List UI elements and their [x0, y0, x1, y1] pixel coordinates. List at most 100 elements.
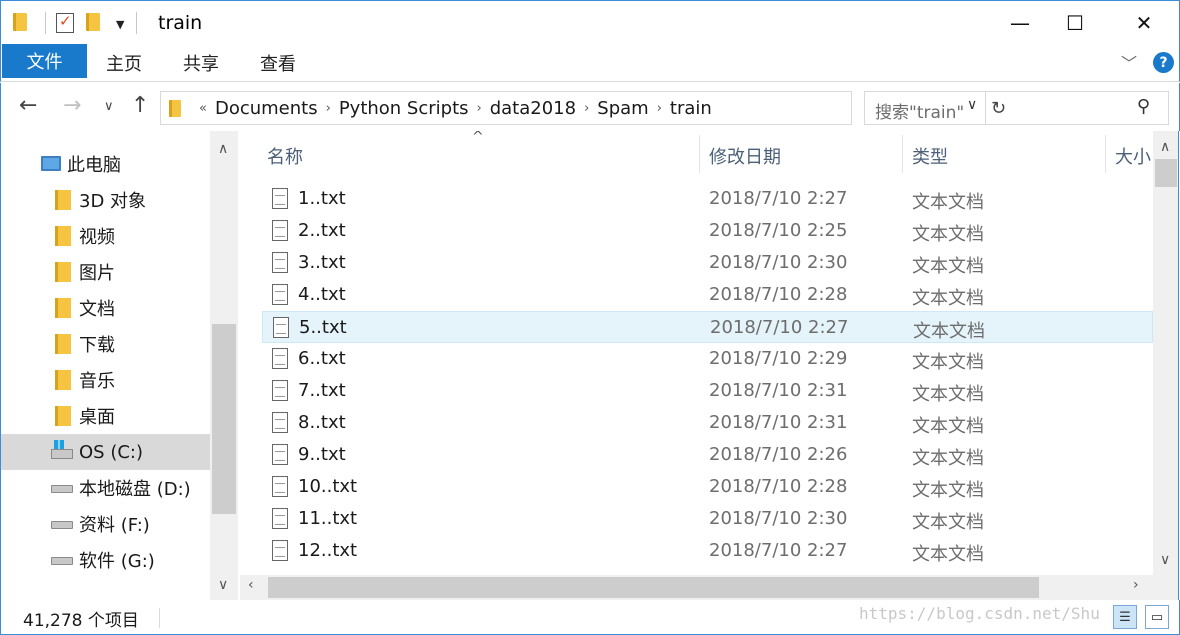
address-bar[interactable]: « Documents › Python Scripts › data2018 … [160, 91, 1006, 125]
tree-item-downloads[interactable]: 下载 [1, 326, 210, 362]
file-type: 文本文档 [912, 480, 984, 501]
folder-icon [55, 262, 75, 282]
file-date: 2018/7/10 2:29 [709, 348, 848, 369]
tree-item-documents[interactable]: 文档 [1, 290, 210, 326]
maximize-button[interactable]: ☐ [1052, 1, 1098, 45]
file-row[interactable]: 4..txt 2018/7/10 2:28 文本文档 [262, 279, 1153, 311]
scrollbar-thumb[interactable] [268, 577, 1039, 598]
file-row[interactable]: 3..txt 2018/7/10 2:30 文本文档 [262, 247, 1153, 279]
scroll-right-icon[interactable]: › [1133, 577, 1139, 593]
scroll-left-icon[interactable]: ‹ [248, 577, 254, 593]
text-file-icon [272, 348, 288, 369]
text-file-icon [272, 540, 288, 561]
overflow-icon[interactable]: « [199, 101, 207, 116]
column-divider[interactable] [1105, 135, 1106, 173]
tree-item-this-pc[interactable]: 此电脑 [1, 146, 210, 182]
details-view-icon[interactable]: ☰ [1113, 605, 1137, 629]
breadcrumb-documents[interactable]: Documents [215, 98, 318, 119]
column-header-name[interactable]: 名称 [267, 143, 303, 169]
tree-item-data-f[interactable]: 资料 (F:) [1, 506, 210, 542]
folder-icon [55, 370, 75, 390]
scrollbar-thumb[interactable] [1155, 159, 1177, 187]
back-icon[interactable]: ← [19, 93, 37, 118]
forward-icon[interactable]: → [63, 93, 81, 118]
folder-icon[interactable] [13, 13, 29, 33]
tree-item-3d-objects[interactable]: 3D 对象 [1, 182, 210, 218]
properties-icon[interactable] [56, 12, 74, 33]
tree-item-videos[interactable]: 视频 [1, 218, 210, 254]
column-header-date[interactable]: 修改日期 [709, 143, 781, 169]
file-date: 2018/7/10 2:30 [709, 252, 848, 273]
file-name: 4..txt [298, 284, 346, 305]
tree-item-pictures[interactable]: 图片 [1, 254, 210, 290]
drive-icon [51, 515, 73, 533]
breadcrumb-train[interactable]: train [670, 98, 712, 119]
tab-home[interactable]: 主页 [106, 50, 142, 76]
tree-item-label: 下载 [79, 335, 115, 356]
separator [45, 12, 46, 34]
file-row[interactable]: 12..txt 2018/7/10 2:27 文本文档 [262, 535, 1153, 567]
scrollbar-thumb[interactable] [212, 324, 236, 514]
file-row[interactable]: 1..txt 2018/7/10 2:27 文本文档 [262, 183, 1153, 215]
scroll-up-icon[interactable]: ∧ [218, 141, 228, 157]
column-header-size[interactable]: 大小 [1115, 143, 1151, 169]
tab-share[interactable]: 共享 [183, 50, 219, 76]
drive-icon [51, 479, 73, 497]
quick-access-toolbar: ▼ [13, 11, 147, 35]
file-row[interactable]: 7..txt 2018/7/10 2:31 文本文档 [262, 375, 1153, 407]
search-box[interactable]: 搜索"train" ⚲ [864, 91, 1169, 125]
chevron-right-icon[interactable]: › [657, 101, 662, 116]
tree-item-music[interactable]: 音乐 [1, 362, 210, 398]
tree-item-label: 音乐 [79, 371, 115, 392]
file-row[interactable]: 2..txt 2018/7/10 2:25 文本文档 [262, 215, 1153, 247]
search-input[interactable]: 搜索"train" [875, 98, 964, 123]
tree-item-desktop[interactable]: 桌面 [1, 398, 210, 434]
file-type: 文本文档 [913, 321, 985, 342]
column-header-type[interactable]: 类型 [912, 143, 948, 169]
new-folder-icon[interactable] [86, 13, 102, 33]
tree-item-label: 本地磁盘 (D:) [79, 479, 191, 500]
minimize-button[interactable]: — [997, 1, 1043, 45]
file-row[interactable]: 8..txt 2018/7/10 2:31 文本文档 [262, 407, 1153, 439]
expand-ribbon-icon[interactable]: ﹀ [1121, 50, 1137, 74]
nav-pane-scrollbar[interactable]: ∧ ∨ [210, 131, 238, 600]
tree-item-software-g[interactable]: 软件 (G:) [1, 542, 210, 578]
file-row[interactable]: 5..txt 2018/7/10 2:27 文本文档 [262, 311, 1153, 343]
file-date: 2018/7/10 2:31 [709, 380, 848, 401]
large-icons-view-icon[interactable]: ▭ [1145, 605, 1169, 629]
file-list-scrollbar[interactable]: ∧ ∨ [1153, 131, 1179, 575]
tree-item-local-disk-d[interactable]: 本地磁盘 (D:) [1, 470, 210, 506]
tree-item-os-c[interactable]: OS (C:) [1, 434, 210, 470]
sort-ascending-icon: ^ [472, 131, 484, 145]
scroll-down-icon[interactable]: ∨ [1160, 552, 1170, 568]
computer-icon [41, 156, 61, 174]
file-type: 文本文档 [912, 512, 984, 533]
recent-locations-icon[interactable]: ∨ [104, 99, 114, 114]
horizontal-scrollbar[interactable]: ‹ › [240, 575, 1153, 600]
customize-toolbar-icon[interactable]: ▼ [116, 18, 124, 31]
file-name: 10..txt [298, 476, 358, 497]
chevron-right-icon[interactable]: › [584, 101, 589, 116]
chevron-right-icon[interactable]: › [326, 101, 331, 116]
file-row[interactable]: 9..txt 2018/7/10 2:26 文本文档 [262, 439, 1153, 471]
help-icon[interactable]: ? [1153, 52, 1174, 73]
file-row[interactable]: 6..txt 2018/7/10 2:29 文本文档 [262, 343, 1153, 375]
tree-item-label: 资料 (F:) [79, 515, 150, 536]
tab-view[interactable]: 查看 [260, 50, 296, 76]
file-row[interactable]: 10..txt 2018/7/10 2:28 文本文档 [262, 471, 1153, 503]
close-button[interactable]: ✕ [1121, 1, 1167, 45]
column-divider[interactable] [699, 135, 700, 173]
column-divider[interactable] [902, 135, 903, 173]
file-row[interactable]: 11..txt 2018/7/10 2:30 文本文档 [262, 503, 1153, 535]
scroll-down-icon[interactable]: ∨ [218, 577, 228, 593]
search-icon[interactable]: ⚲ [1137, 96, 1150, 117]
title-bar: ▼ train — ☐ ✕ [0, 0, 1180, 44]
scroll-up-icon[interactable]: ∧ [1160, 139, 1170, 155]
chevron-right-icon[interactable]: › [477, 101, 482, 116]
tab-file[interactable]: 文件 [2, 44, 87, 78]
breadcrumb-python-scripts[interactable]: Python Scripts [339, 98, 469, 119]
up-icon[interactable]: ↑ [131, 93, 149, 118]
breadcrumb-spam[interactable]: Spam [597, 98, 648, 119]
breadcrumb-data2018[interactable]: data2018 [490, 98, 576, 119]
file-type: 文本文档 [912, 416, 984, 437]
